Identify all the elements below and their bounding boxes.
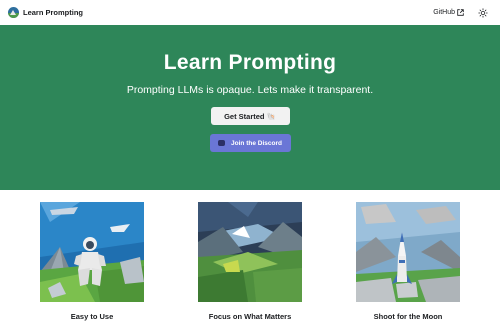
github-link[interactable]: GitHub [433, 9, 464, 16]
get-started-label: Get Started 🐚 [224, 111, 276, 121]
feature-focus-on-what-matters: Focus on What Matters [198, 202, 302, 321]
hero-title: Learn Prompting [163, 51, 337, 74]
external-link-icon [457, 9, 464, 16]
feature-easy-to-use: Easy to Use [40, 202, 144, 321]
navbar: Learn Prompting GitHub [0, 0, 500, 25]
feature-shoot-for-the-moon: Shoot for the Moon [356, 202, 460, 321]
hero-subtitle: Prompting LLMs is opaque. Lets make it t… [126, 84, 374, 96]
feature-caption: Shoot for the Moon [373, 312, 443, 321]
site-logo-icon [8, 7, 19, 18]
discord-icon [218, 140, 226, 146]
mountain-sunrise-illustration [198, 202, 302, 302]
github-link-label: GitHub [433, 9, 455, 16]
rocket-illustration [356, 202, 460, 302]
join-discord-button[interactable]: Join the Discord [209, 134, 291, 152]
get-started-button[interactable]: Get Started 🐚 [210, 107, 290, 125]
join-discord-label: Join the Discord [231, 139, 282, 147]
brand-link[interactable]: Learn Prompting [8, 7, 83, 18]
feature-caption: Focus on What Matters [208, 312, 292, 321]
brand-title: Learn Prompting [23, 8, 84, 17]
sun-icon[interactable] [478, 7, 488, 18]
astronaut-illustration [40, 202, 144, 302]
feature-caption: Easy to Use [70, 312, 114, 321]
hero-banner: Learn Prompting Prompting LLMs is opaque… [0, 25, 500, 190]
navbar-right: GitHub [433, 7, 488, 18]
